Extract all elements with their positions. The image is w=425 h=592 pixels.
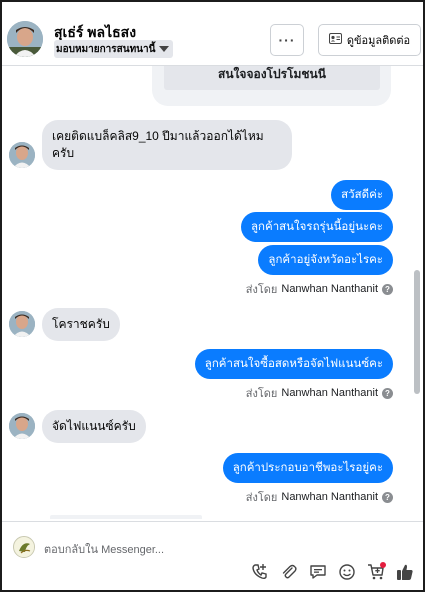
conversation-panel: สุเธ่ร์ พลไธสง มอบหมายการสนทนานี้ ··· ดู… [0, 0, 425, 592]
sent-by-prefix: ส่งโดย [245, 284, 278, 296]
shared-post-card[interactable]: สนใจจองโปรโมชนนี [152, 66, 391, 106]
view-contact-label: ดูข้อมูลติดต่อ [346, 35, 411, 47]
avatar [9, 142, 35, 168]
sent-by-label: ส่งโดย Nanwhan Nanthanit ? [246, 384, 393, 402]
assign-label: มอบหมายการสนทนานี้ [56, 43, 156, 55]
like-icon[interactable] [395, 562, 415, 582]
message-bubble-outgoing[interactable]: ลูกค้าประกอบอาชีพอะไรอยู่คะ [222, 453, 393, 483]
reply-input[interactable]: ตอบกลับใน Messenger... [44, 540, 164, 558]
view-contact-button[interactable]: ดูข้อมูลติดต่อ [318, 24, 421, 56]
sent-by-label: ส่งโดย Nanwhan Nanthanit ? [246, 488, 393, 506]
avatar[interactable] [7, 21, 43, 57]
help-icon[interactable]: ? [382, 387, 393, 399]
help-icon[interactable]: ? [382, 283, 393, 295]
message-preview-edge [50, 515, 202, 519]
composer-toolbar [250, 562, 415, 582]
avatar [9, 311, 35, 337]
message-bubble-incoming[interactable]: เคยติดแบล็คลิส9_10 ปีมาแล้วออกได้ไหมครับ [42, 120, 292, 170]
help-icon[interactable]: ? [382, 491, 393, 503]
conversation-header: สุเธ่ร์ พลไธสง มอบหมายการสนทนานี้ ··· ดู… [2, 2, 423, 66]
message-bubble-incoming[interactable]: จัดไฟแนนซ์ครับ [42, 410, 146, 443]
add-call-icon[interactable] [250, 562, 270, 582]
message-thread: สนใจจองโปรโมชนนี เคยติดแบล็คลิส9_10 ปีมา… [2, 66, 423, 521]
reply-composer: ตอบกลับใน Messenger... [2, 521, 423, 590]
sender-name[interactable]: Nanwhan Nanthanit [281, 491, 378, 503]
avatar [9, 413, 35, 439]
scrollbar[interactable] [414, 270, 420, 394]
sent-by-prefix: ส่งโดย [245, 388, 278, 400]
emoji-icon[interactable] [337, 562, 357, 582]
sent-by-prefix: ส่งโดย [245, 492, 278, 504]
sender-name[interactable]: Nanwhan Nanthanit [281, 387, 378, 399]
sender-name[interactable]: Nanwhan Nanthanit [281, 283, 378, 295]
message-bubble-outgoing[interactable]: ลูกค้าอยู่จังหวัดอะไรคะ [258, 245, 393, 275]
notification-dot [380, 562, 386, 568]
sent-by-label: ส่งโดย Nanwhan Nanthanit ? [246, 280, 393, 298]
attachment-icon[interactable] [279, 562, 299, 582]
message-bubble-outgoing[interactable]: สวัสดีค่ะ [331, 180, 393, 210]
message-bubble-outgoing[interactable]: ลูกค้าสนใจซื้อสดหรือจัดไฟแนนซ์คะ [194, 349, 393, 379]
message-bubble-outgoing[interactable]: ลูกค้าสนใจรถรุ่นนี้อยู่นะคะ [241, 212, 393, 242]
more-icon: ··· [278, 32, 296, 48]
message-bubble-incoming[interactable]: โคราชครับ [42, 308, 120, 341]
chevron-down-icon [159, 46, 170, 52]
more-button[interactable]: ··· [270, 24, 304, 56]
page-avatar [13, 536, 35, 558]
assign-conversation-dropdown[interactable]: มอบหมายการสนทนานี้ [54, 40, 174, 58]
saved-reply-icon[interactable] [308, 562, 328, 582]
contact-card-icon [328, 33, 342, 47]
cart-icon[interactable] [366, 562, 386, 582]
shared-post-title: สนใจจองโปรโมชนนี [164, 66, 380, 90]
